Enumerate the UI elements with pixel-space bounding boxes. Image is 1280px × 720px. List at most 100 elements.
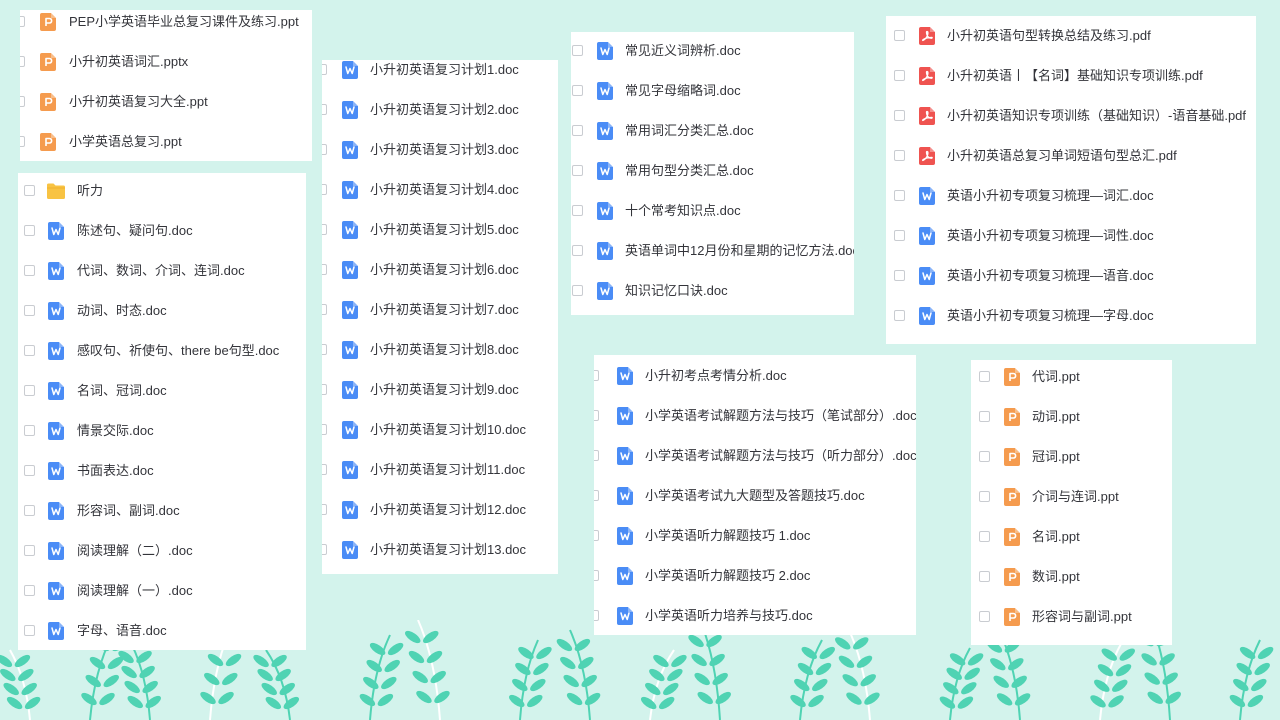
- file-name[interactable]: 小学英语考试解题方法与技巧（笔试部分）.doc: [645, 396, 916, 436]
- file-checkbox[interactable]: [322, 344, 327, 355]
- file-checkbox[interactable]: [322, 384, 327, 395]
- file-row[interactable]: 小升初英语句型转换总结及练习.pdf: [886, 16, 1256, 56]
- file-row[interactable]: 小升初英语复习计划6.doc: [322, 250, 558, 290]
- file-checkbox[interactable]: [572, 285, 583, 296]
- file-checkbox[interactable]: [979, 371, 990, 382]
- file-name[interactable]: 小升初英语复习计划9.doc: [370, 370, 519, 410]
- file-name[interactable]: 小升初英语复习计划11.doc: [370, 450, 525, 490]
- file-row[interactable]: 动词.ppt: [971, 397, 1172, 437]
- file-row[interactable]: 小升初英语复习计划2.doc: [322, 90, 558, 130]
- file-row[interactable]: 小升初英语复习计划13.doc: [322, 530, 558, 570]
- file-row[interactable]: 英语小升初专项复习梳理—字母.doc: [886, 296, 1256, 336]
- file-name[interactable]: 小学英语总复习.ppt: [69, 122, 182, 161]
- file-row[interactable]: 形容词与副词.ppt: [971, 597, 1172, 637]
- file-row[interactable]: 代词.ppt: [971, 360, 1172, 397]
- file-name[interactable]: 英语小升初专项复习梳理—词性.doc: [947, 216, 1154, 256]
- file-checkbox[interactable]: [24, 625, 35, 636]
- file-checkbox[interactable]: [24, 265, 35, 276]
- file-row[interactable]: 小升初英语复习计划5.doc: [322, 210, 558, 250]
- file-row[interactable]: 冠词.ppt: [971, 437, 1172, 477]
- file-checkbox[interactable]: [594, 450, 599, 461]
- file-row[interactable]: 小升初英语复习计划12.doc: [322, 490, 558, 530]
- file-checkbox[interactable]: [594, 570, 599, 581]
- file-row[interactable]: 小升初英语复习大全.ppt: [20, 82, 312, 122]
- file-name[interactable]: 小升初英语复习计划7.doc: [370, 290, 519, 330]
- file-row[interactable]: 十个常考知识点.doc: [571, 191, 854, 231]
- file-checkbox[interactable]: [24, 185, 35, 196]
- file-checkbox[interactable]: [322, 184, 327, 195]
- file-checkbox[interactable]: [894, 110, 905, 121]
- file-row[interactable]: 小升初英语复习计划3.doc: [322, 130, 558, 170]
- file-name[interactable]: 动词、时态.doc: [77, 291, 167, 331]
- file-checkbox[interactable]: [572, 45, 583, 56]
- file-checkbox[interactable]: [322, 424, 327, 435]
- file-row[interactable]: 小升初考点考情分析.doc: [594, 356, 916, 396]
- file-checkbox[interactable]: [24, 425, 35, 436]
- file-row[interactable]: 英语小升初专项复习梳理—词汇.doc: [886, 176, 1256, 216]
- file-row[interactable]: 小升初英语丨【名词】基础知识专项训练.pdf: [886, 56, 1256, 96]
- file-row[interactable]: 陈述句、疑问句.doc: [18, 211, 306, 251]
- file-name[interactable]: 常用句型分类汇总.doc: [625, 151, 754, 191]
- file-row[interactable]: 知识记忆口诀.doc: [571, 271, 854, 311]
- file-row[interactable]: 小学英语听力解题技巧 1.doc: [594, 516, 916, 556]
- file-checkbox[interactable]: [894, 230, 905, 241]
- file-checkbox[interactable]: [572, 205, 583, 216]
- file-checkbox[interactable]: [24, 225, 35, 236]
- file-name[interactable]: 小升初英语词汇.pptx: [69, 42, 188, 82]
- file-row[interactable]: 小升初英语复习计划10.doc: [322, 410, 558, 450]
- file-name[interactable]: 形容词与副词.ppt: [1032, 597, 1132, 637]
- file-checkbox[interactable]: [20, 56, 25, 67]
- file-name[interactable]: 小升初英语复习计划10.doc: [370, 410, 526, 450]
- file-name[interactable]: 知识记忆口诀.doc: [625, 271, 728, 311]
- file-name[interactable]: 十个常考知识点.doc: [625, 191, 741, 231]
- file-checkbox[interactable]: [894, 150, 905, 161]
- file-row[interactable]: 英语小升初专项复习梳理—语音.doc: [886, 256, 1256, 296]
- file-checkbox[interactable]: [594, 410, 599, 421]
- file-checkbox[interactable]: [572, 125, 583, 136]
- file-checkbox[interactable]: [24, 585, 35, 596]
- file-checkbox[interactable]: [322, 224, 327, 235]
- file-row[interactable]: 书面表达.doc: [18, 451, 306, 491]
- file-checkbox[interactable]: [979, 611, 990, 622]
- file-checkbox[interactable]: [594, 610, 599, 621]
- file-name[interactable]: 小学英语听力培养与技巧.doc: [645, 596, 813, 635]
- file-row[interactable]: 数词.ppt: [971, 557, 1172, 597]
- file-checkbox[interactable]: [894, 70, 905, 81]
- file-row[interactable]: 小升初英语复习计划9.doc: [322, 370, 558, 410]
- file-checkbox[interactable]: [322, 64, 327, 75]
- file-name[interactable]: 字母、语音.doc: [77, 611, 167, 650]
- file-checkbox[interactable]: [24, 345, 35, 356]
- file-checkbox[interactable]: [894, 310, 905, 321]
- file-checkbox[interactable]: [322, 544, 327, 555]
- file-name[interactable]: 常用词汇分类汇总.doc: [625, 111, 754, 151]
- file-row[interactable]: 代词、数词、介词、连词.doc: [18, 251, 306, 291]
- file-checkbox[interactable]: [322, 504, 327, 515]
- file-checkbox[interactable]: [979, 491, 990, 502]
- file-name[interactable]: 数词.ppt: [1032, 557, 1080, 597]
- file-name[interactable]: 陈述句、疑问句.doc: [77, 211, 193, 251]
- file-row[interactable]: 小升初英语知识专项训练（基础知识）-语音基础.pdf: [886, 96, 1256, 136]
- file-row[interactable]: 小学英语考试解题方法与技巧（听力部分）.doc: [594, 436, 916, 476]
- file-name[interactable]: 阅读理解（二）.doc: [77, 531, 193, 571]
- file-row[interactable]: 小学英语听力培养与技巧.doc: [594, 596, 916, 635]
- file-row[interactable]: 介词与连词.ppt: [971, 477, 1172, 517]
- file-name[interactable]: 介词与连词.ppt: [1032, 477, 1119, 517]
- file-checkbox[interactable]: [594, 370, 599, 381]
- file-name[interactable]: 名词、冠词.doc: [77, 371, 167, 411]
- file-checkbox[interactable]: [322, 144, 327, 155]
- file-row[interactable]: 小升初英语复习计划8.doc: [322, 330, 558, 370]
- file-row[interactable]: 阅读理解（二）.doc: [18, 531, 306, 571]
- file-row[interactable]: 字母、语音.doc: [18, 611, 306, 650]
- file-name[interactable]: 阅读理解（一）.doc: [77, 571, 193, 611]
- file-name[interactable]: 冠词.ppt: [1032, 437, 1080, 477]
- file-row[interactable]: 动词、时态.doc: [18, 291, 306, 331]
- file-row[interactable]: 小升初英语复习计划1.doc: [322, 60, 558, 90]
- file-checkbox[interactable]: [322, 304, 327, 315]
- file-checkbox[interactable]: [20, 96, 25, 107]
- file-row[interactable]: 听力: [18, 173, 306, 211]
- file-name[interactable]: 形容词、副词.doc: [77, 491, 180, 531]
- file-row[interactable]: 英语单词中12月份和星期的记忆方法.doc: [571, 231, 854, 271]
- file-row[interactable]: 小升初英语总复习单词短语句型总汇.pdf: [886, 136, 1256, 176]
- file-checkbox[interactable]: [979, 451, 990, 462]
- file-name[interactable]: 小学英语听力解题技巧 1.doc: [645, 516, 810, 556]
